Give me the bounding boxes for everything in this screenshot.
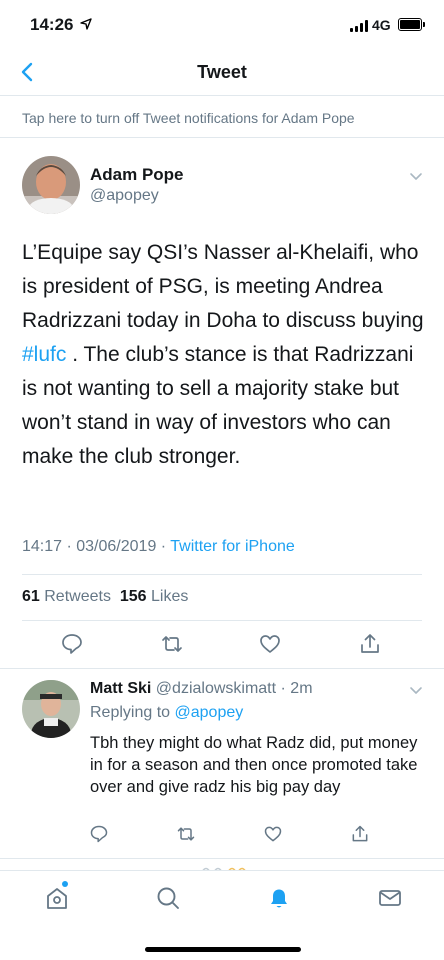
divider xyxy=(22,574,422,575)
notifications-icon[interactable] xyxy=(266,885,292,911)
reply-author-name: Matt Ski xyxy=(90,680,152,697)
chevron-down-icon[interactable] xyxy=(408,168,424,184)
home-icon[interactable] xyxy=(44,885,70,911)
reply-icon[interactable] xyxy=(60,632,84,656)
reply-author-handle: @dzialowskimatt · 2m xyxy=(155,680,313,697)
battery-icon xyxy=(398,18,425,31)
reply-tweet[interactable]: Matt Ski @dzialowskimatt · 2m Replying t… xyxy=(0,668,444,858)
avatar[interactable] xyxy=(22,680,80,738)
location-arrow-icon xyxy=(80,18,92,30)
replying-to-link[interactable]: @apopey xyxy=(175,704,244,721)
tweet-text-part: . The club’s stance is that Radrizzani i… xyxy=(22,343,414,468)
replying-label: Replying to xyxy=(90,704,175,721)
status-time: 14:26 xyxy=(30,15,74,34)
page-title: Tweet xyxy=(197,62,247,82)
tab-bar xyxy=(0,870,444,960)
tweet-stats[interactable]: 61 Retweets 156 Likes xyxy=(22,588,188,606)
timestamp: 14:17 · 03/06/2019 · xyxy=(22,538,171,555)
tweet-actions xyxy=(0,622,444,666)
retweet-icon[interactable] xyxy=(160,632,184,656)
author-handle[interactable]: @apopey xyxy=(90,187,159,205)
reply-text: Tbh they might do what Radz did, put mon… xyxy=(90,734,418,796)
share-icon[interactable] xyxy=(358,632,382,656)
author-name[interactable]: Adam Pope xyxy=(90,165,184,185)
share-icon[interactable] xyxy=(350,824,370,844)
tweet-text: L’Equipe say QSI’s Nasser al-Khelaifi, w… xyxy=(22,236,432,474)
hashtag-link[interactable]: #lufc xyxy=(22,343,66,366)
retweets-label: Retweets xyxy=(44,588,111,605)
reply-icon[interactable] xyxy=(89,824,109,844)
source-link[interactable]: Twitter for iPhone xyxy=(170,538,295,555)
like-icon[interactable] xyxy=(263,824,283,844)
reply-author[interactable]: Matt Ski @dzialowskimatt · 2m xyxy=(90,680,313,698)
home-indicator xyxy=(145,947,301,952)
messages-icon[interactable] xyxy=(377,885,403,911)
new-content-dot xyxy=(62,881,68,887)
likes-count: 156 xyxy=(119,588,147,605)
replying-to: Replying to @apopey xyxy=(90,704,243,722)
retweet-icon[interactable] xyxy=(176,824,196,844)
signal-icon xyxy=(350,20,368,32)
reply-actions xyxy=(0,824,444,848)
chevron-down-icon[interactable] xyxy=(408,682,424,698)
tweet-timestamp: 14:17 · 03/06/2019 · Twitter for iPhone xyxy=(22,538,295,556)
status-bar: 14:26 4G xyxy=(0,0,444,50)
network-type: 4G xyxy=(372,17,391,33)
like-icon[interactable] xyxy=(258,632,282,656)
tweet-header: Adam Pope @apopey xyxy=(0,150,444,220)
tweet-text-part: L’Equipe say QSI’s Nasser al-Khelaifi, w… xyxy=(22,241,424,332)
retweets-count: 61 xyxy=(22,588,40,605)
divider xyxy=(22,620,422,621)
search-icon[interactable] xyxy=(155,885,181,911)
navigation-bar: Tweet xyxy=(0,50,444,96)
divider xyxy=(0,858,444,859)
likes-label: Likes xyxy=(151,588,189,605)
notifications-toggle-banner[interactable]: Tap here to turn off Tweet notifications… xyxy=(0,96,444,138)
avatar[interactable] xyxy=(22,156,80,214)
